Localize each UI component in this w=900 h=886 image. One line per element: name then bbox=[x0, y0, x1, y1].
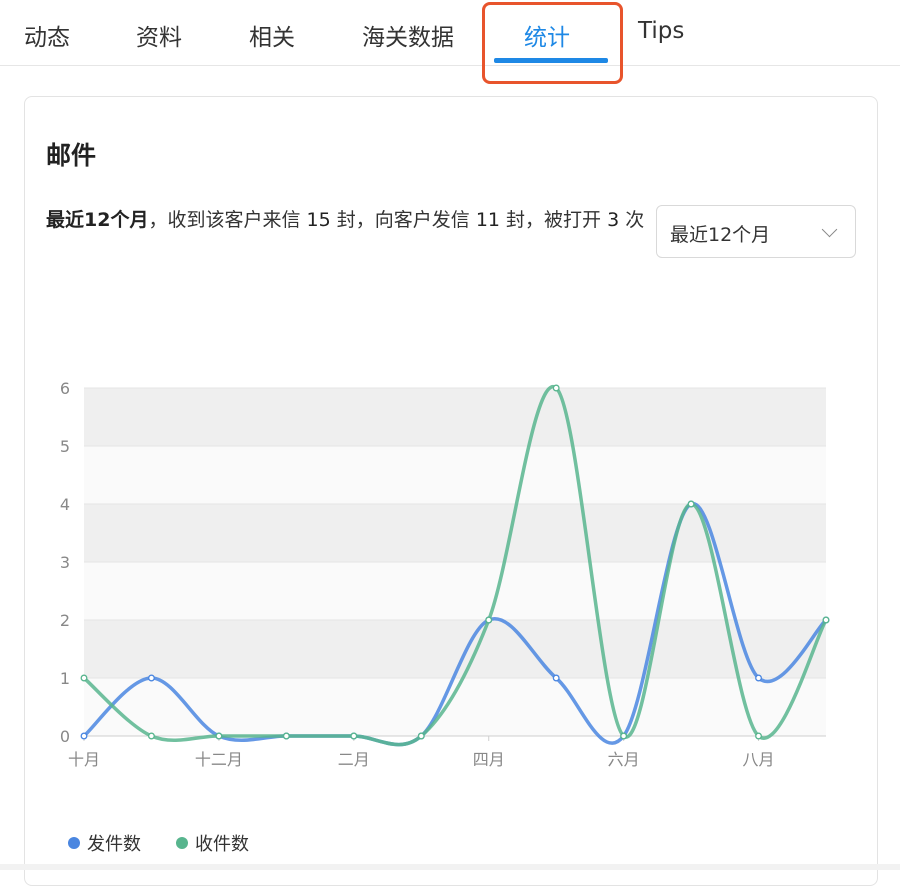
data-point-received bbox=[282, 732, 290, 740]
data-point-received bbox=[148, 732, 155, 740]
data-point-sent bbox=[148, 674, 155, 682]
x-tick-label: 二月 bbox=[338, 750, 370, 769]
grid-band bbox=[84, 620, 826, 678]
grid-band bbox=[84, 388, 826, 446]
y-tick-label: 1 bbox=[60, 669, 70, 688]
data-point-received bbox=[552, 384, 560, 392]
data-point-received bbox=[755, 732, 762, 740]
data-point-received bbox=[822, 616, 830, 624]
x-tick-label: 十月 bbox=[68, 750, 100, 769]
y-tick-label: 0 bbox=[60, 727, 70, 746]
data-point-sent bbox=[80, 732, 88, 740]
data-point-sent bbox=[552, 674, 560, 682]
legend-label: 发件数 bbox=[87, 834, 141, 855]
y-tick-label: 4 bbox=[60, 495, 70, 514]
data-point-received bbox=[417, 732, 425, 740]
grid-band bbox=[84, 446, 826, 504]
y-tick-label: 6 bbox=[60, 379, 70, 398]
data-point-sent bbox=[755, 674, 762, 682]
x-tick-label: 八月 bbox=[743, 750, 775, 769]
x-tick-label: 四月 bbox=[473, 750, 505, 769]
email-line-chart: 0 1 2 3 4 5 6 十月 十二月 二月 四月 六月 八月 bbox=[60, 379, 830, 769]
data-point-received bbox=[687, 500, 695, 508]
legend-label: 收件数 bbox=[195, 834, 249, 855]
legend-item-received[interactable]: 收件数 bbox=[176, 830, 249, 856]
x-tick-label: 六月 bbox=[608, 750, 640, 769]
data-point-received bbox=[215, 732, 223, 740]
y-tick-label: 5 bbox=[60, 437, 70, 456]
grid-band bbox=[84, 678, 826, 736]
legend-item-sent[interactable]: 发件数 bbox=[68, 830, 141, 856]
data-point-received bbox=[80, 674, 88, 682]
grid-band bbox=[84, 504, 826, 562]
legend-dot-icon bbox=[68, 837, 80, 849]
legend-dot-icon bbox=[176, 837, 188, 849]
data-point-received bbox=[485, 616, 493, 624]
y-tick-label: 3 bbox=[60, 553, 70, 572]
data-point-received bbox=[620, 732, 628, 740]
y-tick-label: 2 bbox=[60, 611, 70, 630]
data-point-received bbox=[350, 732, 358, 740]
bottom-edge bbox=[0, 864, 900, 870]
x-tick-label: 十二月 bbox=[195, 750, 243, 769]
